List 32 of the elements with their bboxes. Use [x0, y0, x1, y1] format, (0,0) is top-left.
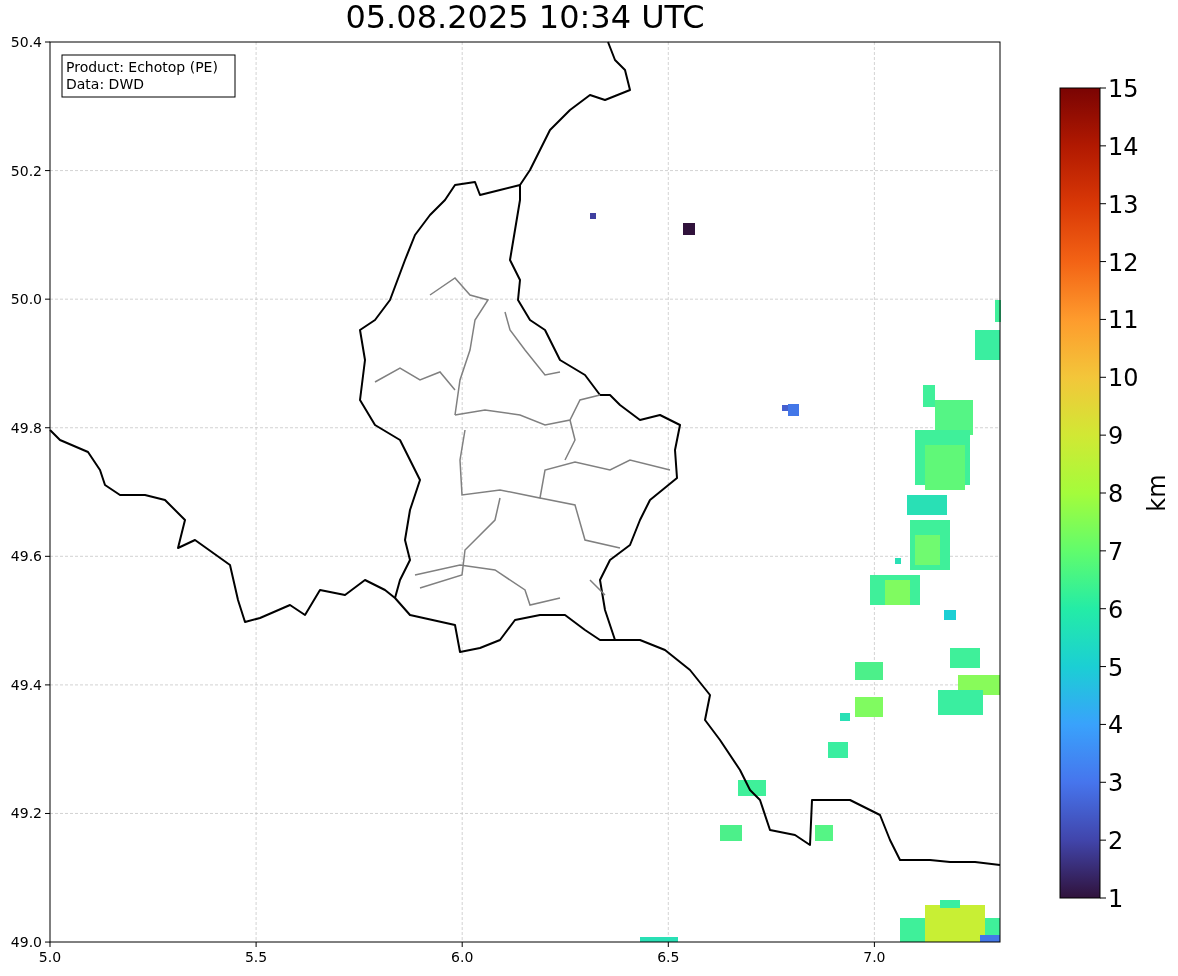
- x-tick-label: 5.5: [244, 949, 268, 965]
- legend-text: Product: Echotop (PE): [66, 59, 218, 75]
- colorbar-tick-label: 10: [1108, 364, 1139, 393]
- y-tick-label: 49.4: [10, 676, 42, 693]
- colorbar-label: km: [1143, 474, 1171, 512]
- colorbar-tick-label: 2: [1108, 827, 1124, 856]
- colorbar-tick-label: 5: [1108, 653, 1124, 682]
- colorbar-tick-label: 9: [1108, 422, 1124, 451]
- x-tick-label: 5.0: [38, 949, 62, 965]
- x-tick-label: 6.0: [451, 949, 474, 965]
- y-tick-label: 49.6: [10, 548, 42, 565]
- y-tick-label: 49.0: [10, 934, 42, 951]
- y-tick-label: 49.2: [10, 805, 42, 822]
- x-tick-label: 6.5: [657, 949, 680, 965]
- legend-text: Data: DWD: [66, 76, 144, 92]
- colorbar-tick-label: 13: [1108, 190, 1139, 219]
- y-tick-label: 50.0: [10, 291, 42, 308]
- plot-title: 05.08.2025 10:34 UTC: [345, 0, 705, 34]
- colorbar-tick-label: 11: [1108, 306, 1139, 335]
- colorbar-tick-label: 8: [1108, 480, 1124, 508]
- colorbar-tick-label: 6: [1108, 595, 1124, 624]
- colorbar-tick-label: 3: [1108, 769, 1124, 798]
- colorbar-tick-label: 15: [1108, 75, 1139, 103]
- y-tick-label: 50.2: [10, 162, 42, 179]
- colorbar-tick-label: 14: [1108, 132, 1139, 161]
- colorbar-tick-label: 4: [1108, 711, 1124, 740]
- y-tick-label: 50.4: [10, 34, 42, 50]
- colorbar-tick-label: 7: [1108, 537, 1124, 566]
- colorbar-tick-label: 12: [1108, 248, 1139, 277]
- x-tick-label: 7.0: [863, 949, 886, 965]
- colorbar-tick-label: 1: [1108, 885, 1124, 913]
- y-tick-label: 49.8: [10, 419, 42, 436]
